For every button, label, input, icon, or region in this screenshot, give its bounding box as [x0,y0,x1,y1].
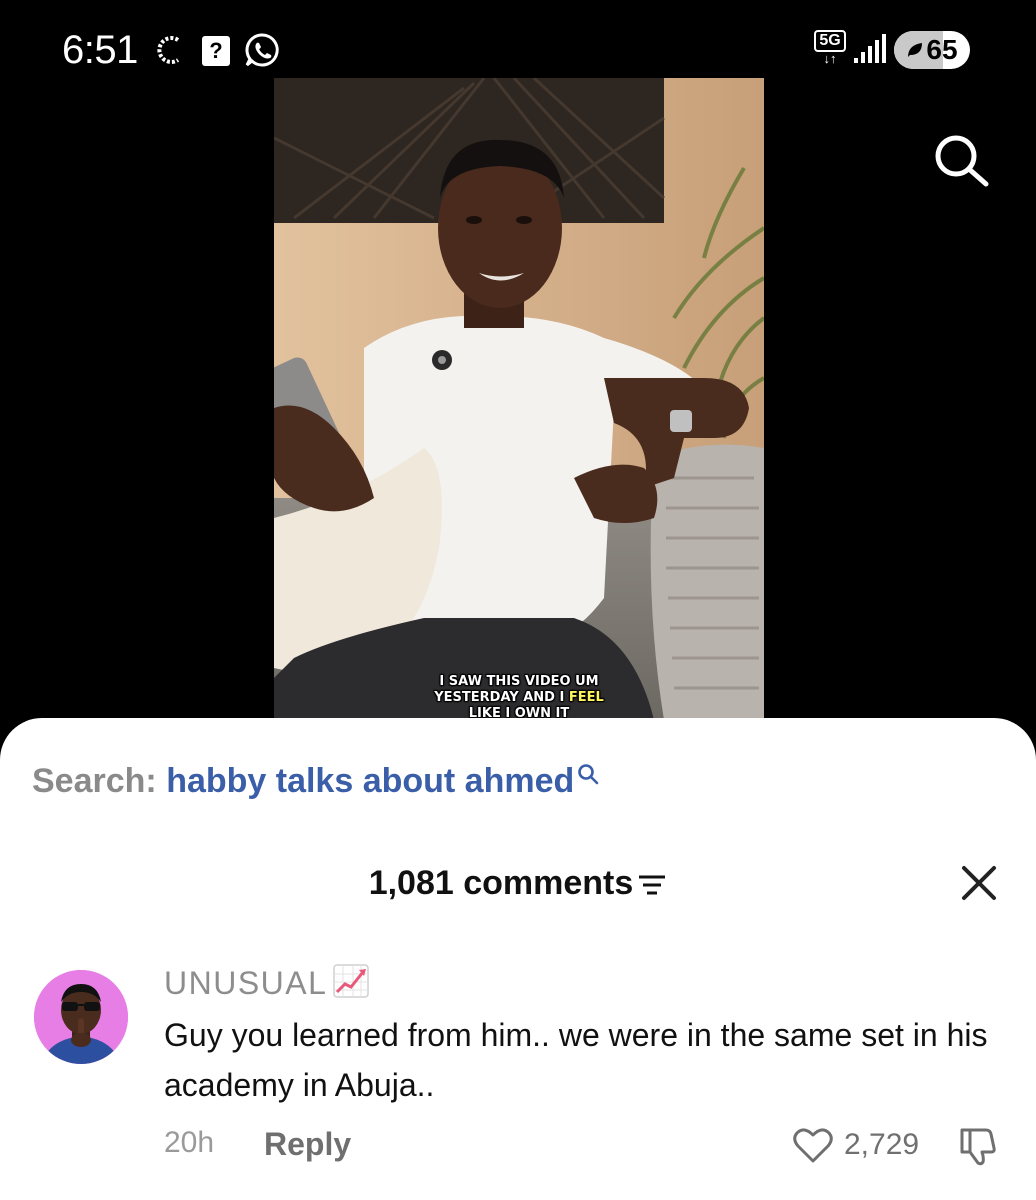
signal-icon [854,34,886,63]
search-prefix: Search: [32,762,157,800]
avatar-image [34,970,128,1064]
status-time: 6:51 [62,28,138,72]
search-query-link[interactable]: habby talks about ahmed [166,762,574,800]
like-count: 2,729 [844,1128,920,1161]
video-frame [274,78,764,720]
comment-text: Guy you learned from him.. we were in th… [164,1017,988,1103]
search-icon[interactable] [930,130,994,190]
video-player[interactable]: I SAW THIS VIDEO UM YESTERDAY AND I FEEL… [274,78,764,720]
network-indicator: 5G ↓↑ [814,30,846,66]
comments-sheet: Search: habby talks about ahmed 1,081 co… [0,718,1036,1200]
coinbase-c-icon [157,36,180,64]
search-suggestion[interactable]: Search: habby talks about ahmed [32,762,600,801]
avatar[interactable] [34,970,128,1064]
heart-icon[interactable] [792,1124,834,1166]
whatsapp-icon [245,33,279,67]
close-icon[interactable] [958,862,1000,904]
comments-count-header: 1,081 comments [0,864,1036,903]
search-small-icon [578,764,599,785]
comment-item: UNUSUAL Guy you learned from him.. we we… [0,958,1036,1188]
chart-increasing-icon [333,964,370,998]
video-caption: I SAW THIS VIDEO UM YESTERDAY AND I FEEL… [434,674,604,720]
thumbs-down-icon[interactable] [956,1124,1000,1166]
battery-indicator: 65 [894,31,970,69]
caption-highlight: FEEL [568,690,604,705]
comment-time: 20h [164,1126,215,1159]
comment-username[interactable]: UNUSUAL [164,964,370,1002]
unknown-app-icon: ? [202,36,230,66]
sort-filter-icon[interactable] [637,873,667,897]
comments-count: 1,081 comments [368,864,634,902]
battery-saver-leaf-icon [908,43,923,57]
reply-button[interactable]: Reply [264,1126,351,1163]
status-bar: 6:51 ? 5G ↓↑ 65 [0,0,1036,80]
battery-percent: 65 [926,34,958,65]
